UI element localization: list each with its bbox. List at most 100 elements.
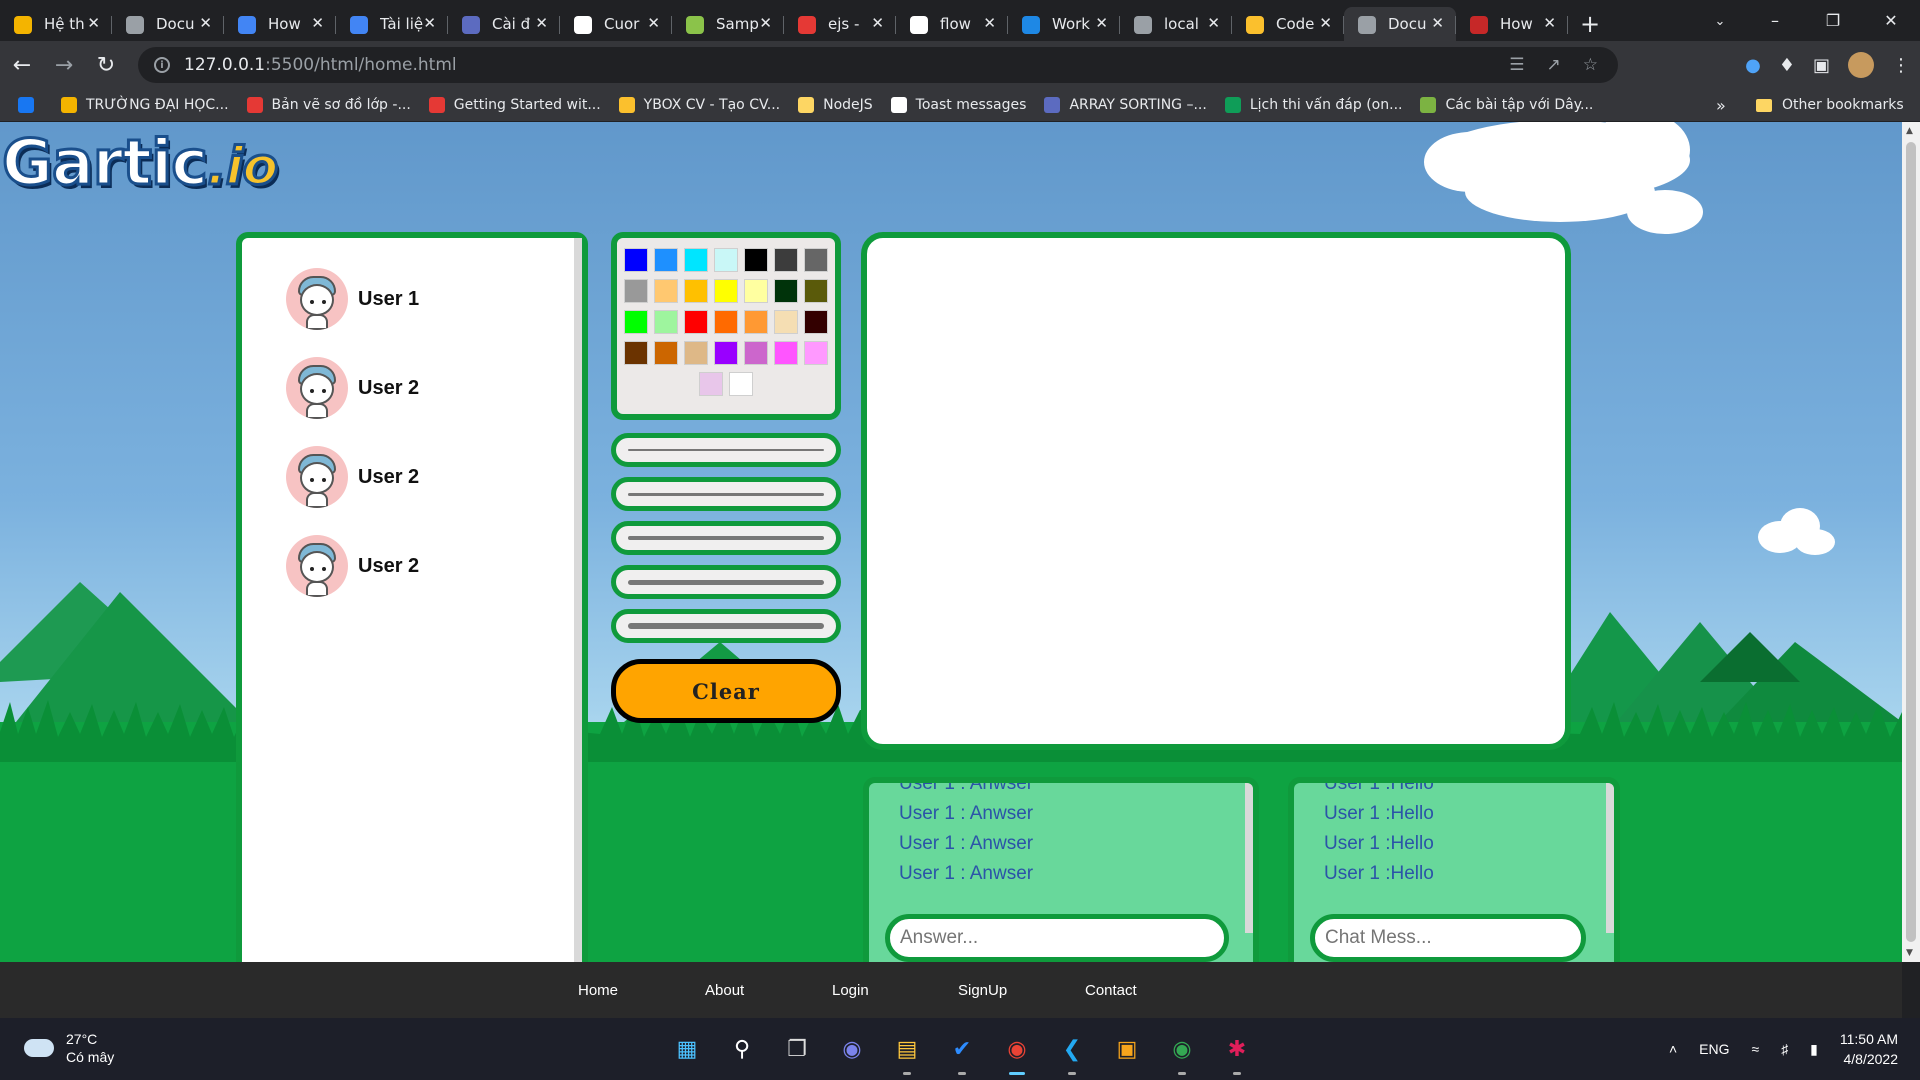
tab-close-icon[interactable]: ✕ <box>871 14 884 32</box>
color-swatch[interactable] <box>684 310 708 334</box>
address-bar[interactable]: i 127.0.0.1:5500/html/home.html ☰ ↗ ☆ <box>138 47 1618 83</box>
players-scrollbar[interactable] <box>574 238 582 962</box>
drawing-canvas[interactable] <box>861 232 1571 750</box>
todo-check-icon[interactable]: ✔ <box>943 1030 981 1075</box>
browser-tab[interactable]: How ✕ <box>1456 7 1568 41</box>
color-swatch[interactable] <box>804 310 828 334</box>
color-swatch[interactable] <box>654 310 678 334</box>
brush-size-button[interactable] <box>611 521 841 555</box>
tab-close-icon[interactable]: ✕ <box>311 14 324 32</box>
browser-tab[interactable]: Samp ✕ <box>672 7 784 41</box>
color-swatch[interactable] <box>774 310 798 334</box>
browser-tab[interactable]: Docu ✕ <box>1344 7 1456 41</box>
browser-tab[interactable]: Cài đ ✕ <box>448 7 560 41</box>
tab-close-icon[interactable]: ✕ <box>647 14 660 32</box>
color-swatch[interactable] <box>624 248 648 272</box>
brush-size-button[interactable] <box>611 565 841 599</box>
color-swatch[interactable] <box>774 279 798 303</box>
footer-link-contact[interactable]: Contact <box>1085 962 1137 1018</box>
footer-link-login[interactable]: Login <box>832 962 869 1018</box>
color-swatch[interactable] <box>654 279 678 303</box>
browser-tab[interactable]: Code ✕ <box>1232 7 1344 41</box>
side-panel-icon[interactable]: ▣ <box>1813 55 1830 76</box>
bookmark-item[interactable]: ARRAY SORTING –... <box>1044 97 1207 113</box>
color-swatch[interactable] <box>654 341 678 365</box>
color-swatch[interactable] <box>804 279 828 303</box>
battery-icon[interactable]: ▮ <box>1810 1041 1818 1058</box>
color-swatch[interactable] <box>744 310 768 334</box>
browser-tab[interactable]: How ✕ <box>224 7 336 41</box>
tab-close-icon[interactable]: ✕ <box>1095 14 1108 32</box>
brush-size-button[interactable] <box>611 609 841 643</box>
color-swatch[interactable] <box>714 310 738 334</box>
color-swatch[interactable] <box>744 248 768 272</box>
language-indicator[interactable]: ENG <box>1699 1041 1729 1057</box>
browser-tab[interactable]: Docu ✕ <box>112 7 224 41</box>
tab-close-icon[interactable]: ✕ <box>87 14 100 32</box>
color-swatch[interactable] <box>684 341 708 365</box>
browser-tab[interactable]: ejs - ✕ <box>784 7 896 41</box>
answer-input[interactable] <box>885 914 1229 962</box>
color-swatch[interactable] <box>804 248 828 272</box>
answers-scrollbar[interactable] <box>1245 783 1253 933</box>
tray-overflow-chevron-icon[interactable]: ˄ <box>1669 1041 1677 1057</box>
color-swatch[interactable] <box>624 341 648 365</box>
color-swatch[interactable] <box>654 248 678 272</box>
bookmark-item[interactable]: Toast messages <box>890 97 1026 113</box>
restore-icon[interactable]: ❐ <box>1804 0 1862 41</box>
chat-scrollbar[interactable] <box>1606 783 1614 933</box>
browser-tab[interactable]: Hệ th ✕ <box>0 7 112 41</box>
bookmark-item[interactable]: NodeJS <box>798 97 873 113</box>
menu-kebab-icon[interactable]: ⋮ <box>1892 55 1910 76</box>
profile-avatar[interactable] <box>1848 52 1874 78</box>
color-swatch[interactable] <box>744 341 768 365</box>
tab-close-icon[interactable]: ✕ <box>535 14 548 32</box>
footer-link-about[interactable]: About <box>705 962 744 1018</box>
bookmark-item[interactable]: YBOX CV - Tạo CV... <box>618 97 780 113</box>
translate-icon[interactable]: ☰ <box>1509 55 1524 75</box>
windows-start-icon[interactable]: ▦ <box>668 1030 706 1068</box>
slack-icon[interactable]: ✱ <box>1218 1030 1256 1075</box>
footer-link-home[interactable]: Home <box>578 962 618 1018</box>
color-swatch[interactable] <box>624 279 648 303</box>
close-window-icon[interactable]: ✕ <box>1862 0 1920 41</box>
browser-tab[interactable]: local ✕ <box>1120 7 1232 41</box>
back-arrow-icon[interactable]: ← <box>2 45 42 85</box>
extension-pin-icon[interactable]: ● <box>1745 55 1761 76</box>
reload-icon[interactable]: ↻ <box>86 45 126 85</box>
browser-tab[interactable]: Cuor ✕ <box>560 7 672 41</box>
snipping-app-icon[interactable]: ▣ <box>1108 1030 1146 1068</box>
brush-size-button[interactable] <box>611 477 841 511</box>
search-icon[interactable]: ⚲ <box>723 1030 761 1068</box>
teams-chat-icon[interactable]: ◉ <box>833 1030 871 1068</box>
color-swatch[interactable] <box>714 341 738 365</box>
chrome-icon[interactable]: ◉ <box>998 1030 1036 1075</box>
new-tab-button[interactable]: + <box>1568 7 1612 41</box>
tab-close-icon[interactable]: ✕ <box>759 14 772 32</box>
bookmark-item[interactable]: Bản vẽ sơ đồ lớp -... <box>246 97 411 113</box>
vscode-icon[interactable]: ❮ <box>1053 1030 1091 1075</box>
color-swatch[interactable] <box>684 279 708 303</box>
tab-close-icon[interactable]: ✕ <box>1543 14 1556 32</box>
tab-search-chevron-icon[interactable]: ⌄ <box>1705 6 1735 36</box>
scroll-up-icon[interactable]: ▲ <box>1906 126 1913 136</box>
footer-link-signup[interactable]: SignUp <box>958 962 1007 1018</box>
chrome-profile-icon[interactable]: ◉ <box>1163 1030 1201 1075</box>
tab-close-icon[interactable]: ✕ <box>199 14 212 32</box>
tab-close-icon[interactable]: ✕ <box>1431 14 1444 32</box>
bookmarks-overflow-button[interactable]: » <box>1716 96 1726 115</box>
wifi-icon[interactable]: ≈ <box>1751 1041 1759 1057</box>
clear-button[interactable]: Clear <box>611 659 841 723</box>
clock[interactable]: 11:50 AM 4/8/2022 <box>1840 1029 1898 1069</box>
site-info-icon[interactable]: i <box>154 57 170 73</box>
task-view-icon[interactable]: ❐ <box>778 1030 816 1068</box>
color-swatch[interactable] <box>624 310 648 334</box>
color-swatch[interactable] <box>804 341 828 365</box>
speaker-muted-icon[interactable]: ♯ <box>1781 1041 1788 1057</box>
tab-close-icon[interactable]: ✕ <box>423 14 436 32</box>
puzzle-extensions-icon[interactable]: ♦ <box>1779 55 1795 76</box>
scroll-down-icon[interactable]: ▼ <box>1906 948 1913 958</box>
share-icon[interactable]: ↗ <box>1547 55 1561 75</box>
weather-widget[interactable]: 27°C Có mây <box>24 1030 114 1066</box>
bookmark-item[interactable]: Lịch thi vấn đáp (on... <box>1224 97 1402 113</box>
